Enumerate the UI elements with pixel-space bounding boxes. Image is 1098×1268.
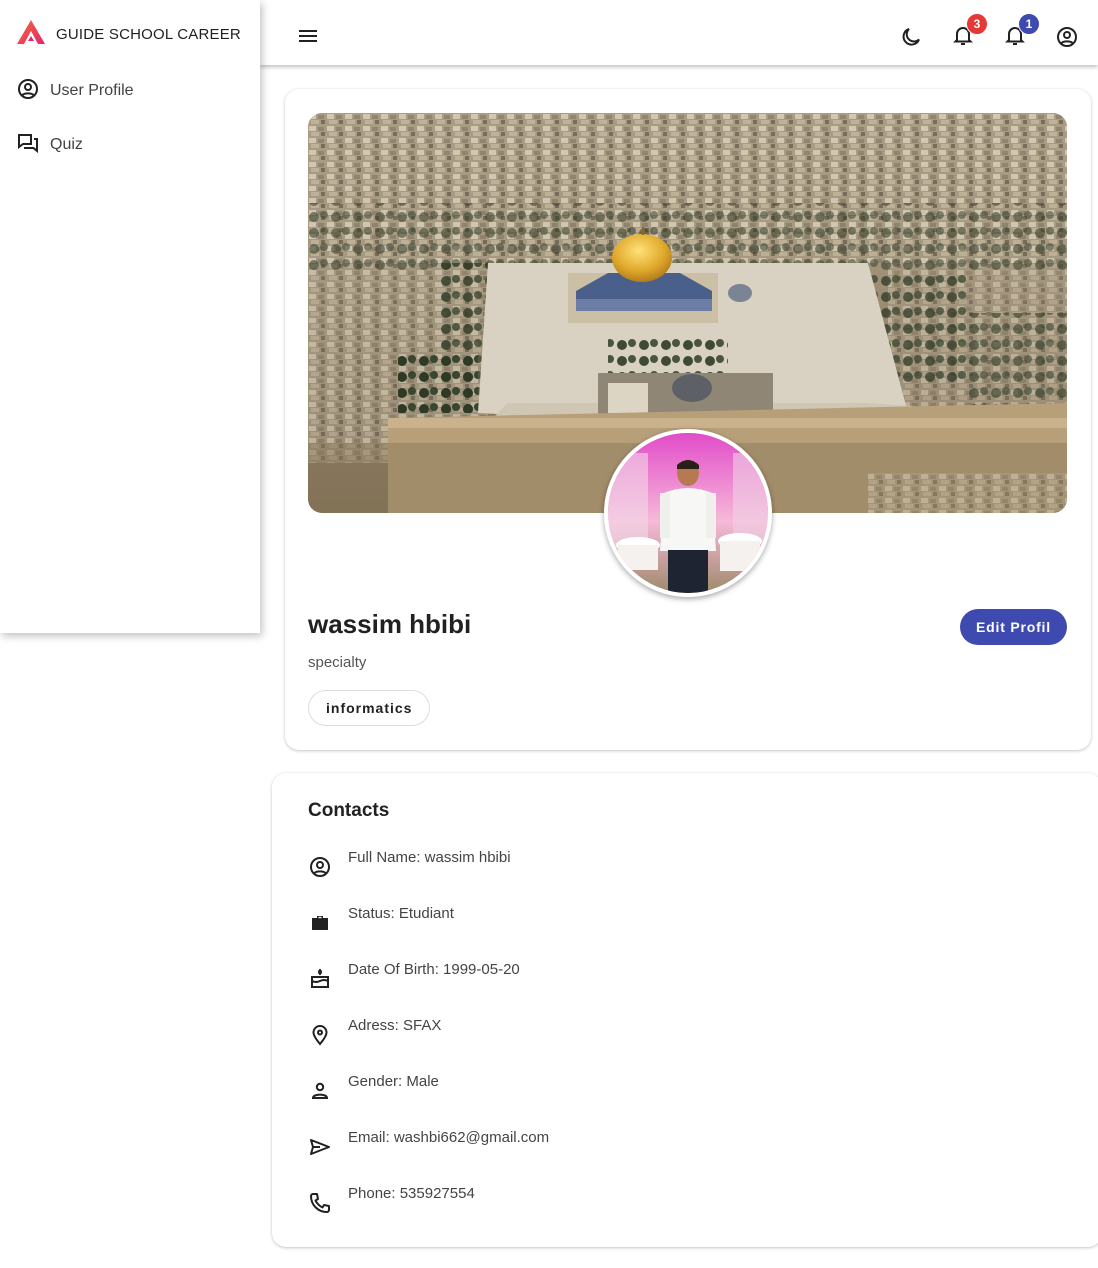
profile-card: wassim hbibi specialty informatics Edit … (285, 89, 1091, 750)
cake-icon (308, 967, 332, 991)
contact-gender: Gender: Male (308, 1073, 1008, 1103)
contacts-title: Contacts (308, 800, 390, 821)
sidebar-item-quiz[interactable]: Quiz (16, 130, 83, 160)
sidebar-item-label: User Profile (50, 82, 134, 99)
contact-text: Status: Etudiant (348, 905, 454, 922)
specialty-label: specialty (308, 654, 367, 671)
logo-icon (16, 19, 46, 50)
phone-icon (308, 1191, 332, 1215)
profile-name: wassim hbibi (308, 609, 472, 639)
contact-text: Email: washbi662@gmail.com (348, 1129, 550, 1146)
sidebar-item-label: Quiz (50, 136, 83, 153)
contact-text: Adress: SFAX (348, 1017, 442, 1034)
specialty-chip[interactable]: informatics (308, 690, 431, 726)
moon-icon[interactable] (898, 24, 924, 50)
messages-button[interactable]: 1 (1002, 13, 1040, 50)
account-circle-icon (16, 77, 40, 106)
contact-phone: Phone: 535927554 (308, 1185, 1008, 1215)
menu-icon[interactable] (296, 24, 320, 48)
contact-full-name: Full Name: wassim hbibi (308, 849, 1008, 879)
brand-name: GUIDE SCHOOL CAREER (56, 25, 241, 43)
contact-text: Gender: Male (348, 1073, 439, 1090)
contact-status: Status: Etudiant (308, 905, 1008, 935)
account-circle-icon (308, 855, 332, 879)
notification-badge: 1 (1018, 13, 1040, 35)
contact-address: Adress: SFAX (308, 1017, 1008, 1047)
send-icon (308, 1135, 332, 1159)
contacts-card: Contacts Full Name: wassim hbibi Status:… (272, 773, 1098, 1247)
contact-text: Phone: 535927554 (348, 1185, 475, 1202)
top-app-bar: 3 1 (260, 0, 1098, 65)
contact-text: Date Of Birth: 1999-05-20 (348, 961, 520, 978)
contact-birth-date: Date Of Birth: 1999-05-20 (308, 961, 1008, 991)
notification-badge: 3 (966, 13, 988, 35)
avatar (604, 429, 772, 597)
person-icon (308, 1079, 332, 1103)
brand[interactable]: GUIDE SCHOOL CAREER (16, 19, 241, 50)
sidebar-item-user-profile[interactable]: User Profile (16, 76, 134, 106)
location-pin-icon (308, 1023, 332, 1047)
account-circle-icon[interactable] (1054, 24, 1080, 50)
forum-icon (16, 131, 40, 160)
sidebar-drawer: GUIDE SCHOOL CAREER User Profile Quiz (0, 0, 260, 633)
briefcase-icon (308, 911, 332, 935)
contact-email: Email: washbi662@gmail.com (308, 1129, 1008, 1159)
notifications-button[interactable]: 3 (950, 13, 988, 50)
edit-profile-button[interactable]: Edit Profil (960, 609, 1067, 645)
contact-text: Full Name: wassim hbibi (348, 849, 511, 866)
